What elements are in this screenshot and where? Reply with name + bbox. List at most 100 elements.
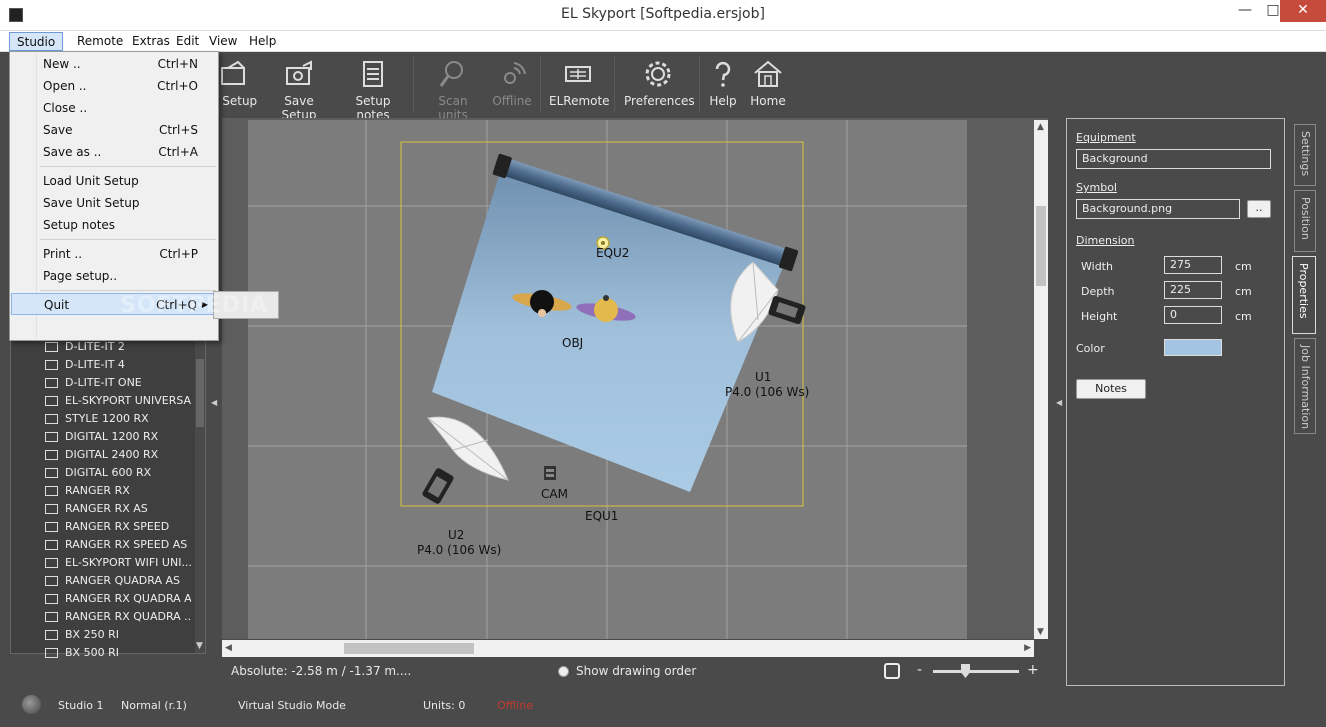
menu-edit[interactable]: Edit — [169, 32, 206, 51]
unit-list-item[interactable]: RANGER RX SPEED AS — [11, 536, 191, 554]
equipment-field[interactable]: Background — [1076, 149, 1271, 169]
notes-button[interactable]: Notes — [1076, 379, 1146, 399]
unit-list-item-label: EL-SKYPORT WIFI UNI... — [65, 556, 191, 569]
depth-unit: cm — [1235, 285, 1252, 298]
cam-label: CAM — [541, 487, 568, 501]
scan-units-button[interactable]: Scan units — [422, 56, 484, 122]
menu-item-new[interactable]: New .. Ctrl+N — [11, 53, 217, 75]
depth-input[interactable]: 225 — [1164, 281, 1222, 299]
unit-list-item[interactable]: DIGITAL 600 RX — [11, 464, 191, 482]
offline-button[interactable]: Offline — [490, 56, 534, 114]
unit-list-item[interactable]: DIGITAL 2400 RX — [11, 446, 191, 464]
scroll-up-icon[interactable]: ▲ — [1037, 122, 1044, 132]
flash-unit-icon — [45, 558, 58, 568]
depth-label: Depth — [1081, 285, 1115, 298]
zoom-slider[interactable] — [933, 670, 1019, 673]
menu-item-close[interactable]: Close .. — [11, 97, 217, 119]
mode-status: Normal (r.1) — [121, 699, 187, 712]
u2-name-label: U2 — [448, 528, 465, 542]
preferences-button[interactable]: Preferences — [624, 56, 695, 114]
unit-list-item[interactable]: RANGER RX SPEED — [11, 518, 191, 536]
softpedia-watermark: SOFTPEDIA — [120, 293, 269, 318]
flash-unit-icon — [45, 576, 58, 586]
minimize-icon[interactable]: — — [1230, 0, 1260, 22]
close-icon[interactable]: ✕ — [1280, 0, 1326, 22]
menu-item-page-setup[interactable]: Page setup.. — [11, 265, 217, 287]
browse-symbol-button[interactable]: .. — [1247, 200, 1271, 218]
menu-item-setup-notes[interactable]: Setup notes — [11, 214, 217, 236]
studio-canvas[interactable]: EQU2 OBJ U1 P4.0 (106 Ws) CAM EQU1 U2 P4… — [248, 120, 967, 639]
units-count: Units: 0 — [423, 699, 466, 712]
unit-list-item[interactable]: RANGER RX QUADRA ... — [11, 608, 191, 626]
u1-power-label: P4.0 (106 Ws) — [725, 385, 810, 399]
scrollbar-thumb[interactable] — [196, 359, 204, 427]
flash-unit-icon — [45, 594, 58, 604]
unit-list-item[interactable]: BX 250 RI — [11, 626, 191, 644]
height-input[interactable]: 0 — [1164, 306, 1222, 324]
canvas-vertical-scrollbar[interactable]: ▲ ▼ — [1034, 120, 1048, 639]
scroll-down-icon[interactable]: ▼ — [1037, 627, 1044, 637]
height-label: Height — [1081, 310, 1118, 323]
fit-view-icon[interactable] — [884, 663, 900, 679]
width-label: Width — [1081, 260, 1113, 273]
unit-list-item[interactable]: RANGER RX QUADRA AS — [11, 590, 191, 608]
unit-list-item[interactable]: EL-SKYPORT WIFI UNI... — [11, 554, 191, 572]
notes-icon — [363, 61, 383, 87]
menu-help[interactable]: Help — [242, 32, 283, 51]
save-setup-button[interactable]: Save Setup — [268, 56, 330, 122]
flash-unit-icon — [45, 450, 58, 460]
menu-item-save-as[interactable]: Save as .. Ctrl+A — [11, 141, 217, 163]
menu-item-save[interactable]: Save Ctrl+S — [11, 119, 217, 141]
collapse-left-icon[interactable]: ◀ — [211, 398, 217, 407]
unit-list-item[interactable]: STYLE 1200 RX — [11, 410, 191, 428]
unit-list-item-label: STYLE 1200 RX — [65, 412, 149, 425]
unit-list-item[interactable]: EL-SKYPORT UNIVERSAL — [11, 392, 191, 410]
scroll-right-icon[interactable]: ▶ — [1024, 643, 1031, 653]
properties-panel: Equipment Background Symbol Background.p… — [1066, 118, 1285, 686]
scroll-left-icon[interactable]: ◀ — [225, 643, 232, 653]
unit-list-item[interactable]: D-LITE-IT 4 — [11, 356, 191, 374]
tab-properties[interactable]: Properties — [1292, 256, 1316, 334]
unit-list-item[interactable]: D-LITE-IT ONE — [11, 374, 191, 392]
canvas-horizontal-scrollbar[interactable]: ◀ ▶ — [222, 640, 1034, 657]
elremote-button[interactable]: ELRemote — [549, 56, 610, 114]
width-unit: cm — [1235, 260, 1252, 273]
menu-remote[interactable]: Remote — [70, 32, 130, 51]
show-drawing-order-radio[interactable] — [558, 666, 569, 677]
setup-notes-button[interactable]: Setup notes — [339, 56, 407, 122]
studio-drawing[interactable] — [248, 120, 967, 639]
tab-position[interactable]: Position — [1294, 190, 1316, 252]
tab-job-information[interactable]: Job Information — [1294, 338, 1316, 434]
tab-settings[interactable]: Settings — [1294, 124, 1316, 186]
zoom-in-button[interactable]: + — [1027, 662, 1039, 678]
zoom-slider-thumb[interactable] — [961, 664, 970, 678]
zoom-out-button[interactable]: - — [917, 662, 922, 678]
unit-list-item[interactable]: RANGER RX — [11, 482, 191, 500]
home-button[interactable]: Home — [748, 56, 788, 114]
menu-item-open[interactable]: Open .. Ctrl+O — [11, 75, 217, 97]
scrollbar-thumb[interactable] — [1036, 206, 1046, 286]
unit-list-item[interactable]: RANGER QUADRA AS — [11, 572, 191, 590]
flash-unit-icon — [45, 432, 58, 442]
symbol-label: Symbol — [1076, 181, 1117, 194]
help-button[interactable]: Help — [706, 56, 740, 114]
scroll-down-icon[interactable]: ▼ — [196, 641, 204, 651]
color-swatch[interactable] — [1164, 339, 1222, 356]
menu-item-load-unit-setup[interactable]: Load Unit Setup — [11, 170, 217, 192]
collapse-right-icon[interactable]: ◀ — [1056, 398, 1062, 407]
unit-list-item[interactable]: DIGITAL 1200 RX — [11, 428, 191, 446]
menu-item-save-unit-setup[interactable]: Save Unit Setup — [11, 192, 217, 214]
menu-studio[interactable]: Studio — [9, 32, 64, 51]
scrollbar-thumb[interactable] — [344, 643, 474, 654]
menu-item-print[interactable]: Print .. Ctrl+P — [11, 243, 217, 265]
menu-view[interactable]: View — [202, 32, 244, 51]
show-drawing-order-label[interactable]: Show drawing order — [576, 664, 696, 678]
width-input[interactable]: 275 — [1164, 256, 1222, 274]
unit-list-item-label: RANGER RX QUADRA ... — [65, 610, 191, 623]
unit-list-item[interactable]: BX 500 RI — [11, 644, 191, 662]
flash-unit-icon — [45, 378, 58, 388]
symbol-field[interactable]: Background.png — [1076, 199, 1240, 219]
more-dots[interactable]: .... — [396, 664, 411, 678]
unit-list-item-label: RANGER QUADRA AS — [65, 574, 180, 587]
unit-list-item[interactable]: RANGER RX AS — [11, 500, 191, 518]
